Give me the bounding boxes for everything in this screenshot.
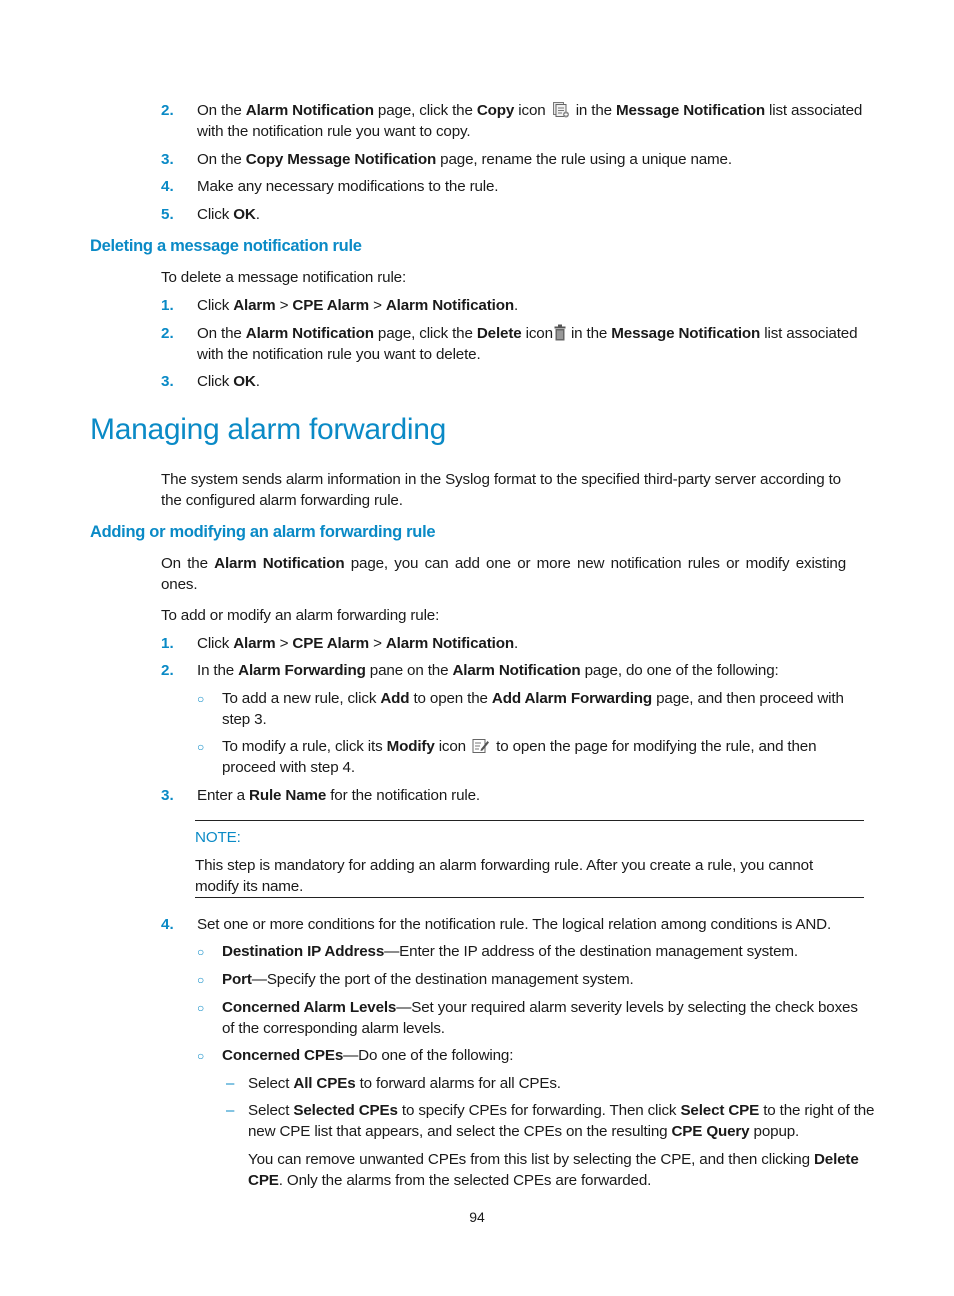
condition-item: Concerned Alarm Levels—Set your required… xyxy=(222,999,858,1016)
note-text-line1: This step is mandatory for adding an ala… xyxy=(195,857,814,874)
edit-icon[interactable] xyxy=(472,738,490,760)
cpe-note-continued: CPE. Only the alarms from the selected C… xyxy=(248,1172,652,1189)
step-text: Enter a Rule Name for the notification r… xyxy=(197,787,480,804)
step-number: 5. xyxy=(161,206,174,223)
step-text: Set one or more conditions for the notif… xyxy=(197,916,832,933)
note-label: NOTE: xyxy=(195,829,241,846)
circle-bullet-icon: ○ xyxy=(197,740,205,754)
step-text: On the Copy Message Notification page, r… xyxy=(197,151,732,168)
condition-item: Destination IP Address—Enter the IP addr… xyxy=(222,943,798,960)
page-number: 94 xyxy=(469,1209,485,1225)
condition-item-continued: of the corresponding alarm levels. xyxy=(222,1020,445,1037)
condition-item: Concerned CPEs—Do one of the following: xyxy=(222,1047,514,1064)
option-text-continued: step 3. xyxy=(222,711,267,728)
circle-bullet-icon: ○ xyxy=(197,692,205,706)
circle-bullet-icon: ○ xyxy=(197,973,205,987)
delete-intro: To delete a message notification rule: xyxy=(161,269,407,286)
step-text: Make any necessary modifications to the … xyxy=(197,178,499,195)
forwarding-intro-line1: The system sends alarm information in th… xyxy=(161,471,841,488)
step-text-continued: with the notification rule you want to d… xyxy=(197,346,481,363)
step-number: 1. xyxy=(161,297,174,314)
cpe-option: Select Selected CPEs to specify CPEs for… xyxy=(248,1102,875,1119)
step-number: 2. xyxy=(161,325,174,342)
condition-item: Port—Specify the port of the destination… xyxy=(222,971,634,988)
step-text: Click Alarm > CPE Alarm > Alarm Notifica… xyxy=(197,297,519,314)
add-modify-paragraph-continued: ones. xyxy=(161,576,198,593)
copy-icon[interactable] xyxy=(552,101,570,124)
note-text-line2: modify its name. xyxy=(195,878,304,895)
step-number: 4. xyxy=(161,178,174,195)
section-heading-delete: Deleting a message notification rule xyxy=(90,237,362,255)
note-top-divider xyxy=(195,820,864,821)
circle-bullet-icon: ○ xyxy=(197,1049,205,1063)
page-title: Managing alarm forwarding xyxy=(90,413,447,446)
trash-icon[interactable] xyxy=(554,324,566,347)
add-modify-paragraph: On the Alarm Notification page, you can … xyxy=(161,555,847,572)
step-number: 3. xyxy=(161,151,174,168)
dash-bullet-icon: – xyxy=(226,1075,235,1092)
circle-bullet-icon: ○ xyxy=(197,945,205,959)
option-text: To add a new rule, click Add to open the… xyxy=(222,690,844,707)
note-bottom-divider xyxy=(195,897,864,898)
step-number: 2. xyxy=(161,662,174,679)
forwarding-intro-line2: the configured alarm forwarding rule. xyxy=(161,492,403,509)
step-text: In the Alarm Forwarding pane on the Alar… xyxy=(197,662,779,679)
circle-bullet-icon: ○ xyxy=(197,1001,205,1015)
dash-bullet-icon: – xyxy=(226,1102,235,1119)
add-modify-intro: To add or modify an alarm forwarding rul… xyxy=(161,607,440,624)
step-number: 2. xyxy=(161,102,174,119)
section-heading-add-modify: Adding or modifying an alarm forwarding … xyxy=(90,523,436,541)
cpe-note: You can remove unwanted CPEs from this l… xyxy=(248,1151,859,1168)
step-text: Click Alarm > CPE Alarm > Alarm Notifica… xyxy=(197,635,519,652)
option-text-continued: proceed with step 4. xyxy=(222,759,355,776)
cpe-option: Select All CPEs to forward alarms for al… xyxy=(248,1075,561,1092)
step-number: 3. xyxy=(161,373,174,390)
step-text-continued: with the notification rule you want to c… xyxy=(197,123,471,140)
step-number: 1. xyxy=(161,635,174,652)
step-text: Click OK. xyxy=(197,373,260,390)
step-number: 4. xyxy=(161,916,174,933)
cpe-option-continued: new CPE list that appears, and select th… xyxy=(248,1123,800,1140)
step-number: 3. xyxy=(161,787,174,804)
step-text: Click OK. xyxy=(197,206,260,223)
